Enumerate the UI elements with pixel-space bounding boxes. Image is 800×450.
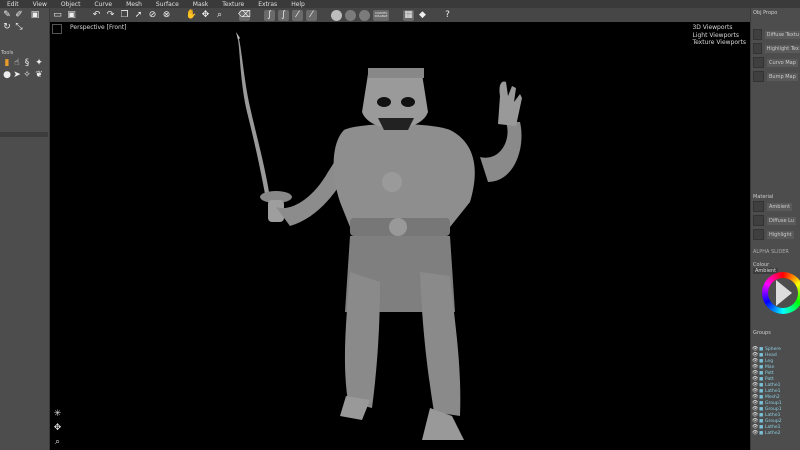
help-icon[interactable]: ? xyxy=(442,10,453,21)
slot-label: Highlight xyxy=(767,230,794,239)
star-tool-icon[interactable]: ✦ xyxy=(34,58,44,68)
alpha-slider-tabs[interactable]: ALPHA SLIDER xyxy=(753,249,789,255)
bone-tool-icon[interactable]: ▮ xyxy=(2,58,12,68)
group-label: Lathe1 xyxy=(765,424,781,430)
undo-icon[interactable]: ↶ xyxy=(91,10,102,21)
group-item[interactable]: 👁 ■ Lathe2 xyxy=(752,430,800,436)
curve-icon[interactable]: ∫ xyxy=(264,9,275,21)
slot-label: Diffuse Textu xyxy=(764,30,800,39)
pan-icon[interactable]: ✥ xyxy=(52,422,63,433)
highlight-slot[interactable]: Highlight xyxy=(753,228,800,241)
close-icon[interactable]: ⊗ xyxy=(161,10,172,21)
properties-panel: Obj Propo Diffuse Textu Highlight Tex Cu… xyxy=(750,8,800,450)
eye-icon[interactable]: 👁 xyxy=(752,430,759,436)
groups-title: Groups xyxy=(753,330,771,336)
lathe-tool-icon[interactable]: ❦ xyxy=(34,70,44,80)
obj-props-title: Obj Propo xyxy=(753,10,778,16)
curve-tool-icon[interactable]: § xyxy=(22,58,32,68)
diamond-icon[interactable]: ◆ xyxy=(417,10,428,21)
slot-label: Curvo Map xyxy=(767,58,798,67)
toolbar: ▭ ▣ ↶ ↷ ❐ ➚ ⊘ ⊗ ✋ ✥ ⌕ ⌫ ∫ ∫ ⁄ ⁄ CURVES D… xyxy=(50,8,750,22)
highlight-texture-slot[interactable]: Highlight Tex xyxy=(753,42,800,55)
menu-object[interactable]: Object xyxy=(54,1,88,8)
sphere-dim-icon[interactable] xyxy=(345,9,356,21)
viewport-nav: ✳ ✥ ⌕ xyxy=(52,408,64,450)
group-label: Group2 xyxy=(765,418,782,424)
diffuse-texture-slot[interactable]: Diffuse Textu xyxy=(753,28,800,41)
group-label: Lathe1 xyxy=(765,382,781,388)
zoom-icon[interactable]: ⌕ xyxy=(214,10,225,21)
group-label: Patt xyxy=(765,370,774,376)
group-label: Leg xyxy=(765,358,774,364)
tools-title: Tools xyxy=(1,50,14,56)
bone-alt-tool-icon[interactable]: ✧ xyxy=(22,70,32,80)
sphere-tool-icon[interactable]: ● xyxy=(2,70,12,80)
bump-map-slot[interactable]: Bump Map xyxy=(753,70,800,83)
menu-bar: Edit View Object Curve Mesh Surface Mask… xyxy=(0,0,800,8)
curvo-map-slot[interactable]: Curvo Map xyxy=(753,56,800,69)
select-icon[interactable]: ➚ xyxy=(133,10,144,21)
slot-label: Bump Map xyxy=(767,72,798,81)
menu-view[interactable]: View xyxy=(26,1,54,8)
group-label: Lathe1 xyxy=(765,388,781,394)
menu-mesh[interactable]: Mesh xyxy=(119,1,149,8)
group-label: Man xyxy=(765,364,775,370)
menu-extras[interactable]: Extras xyxy=(251,1,284,8)
group-label: Head xyxy=(765,352,777,358)
brush-alt-tool-icon[interactable]: ✐ xyxy=(14,10,24,20)
sphere-icon[interactable] xyxy=(331,9,342,21)
model-figure[interactable] xyxy=(50,22,750,450)
sphere-dim2-icon[interactable] xyxy=(359,9,370,21)
eraser-icon[interactable]: ⌫ xyxy=(238,9,251,21)
arrow-tool-icon[interactable]: ➤ xyxy=(12,70,22,80)
diffuse-slot[interactable]: Diffuse Lu xyxy=(753,214,800,227)
colour-triangle[interactable] xyxy=(776,280,792,306)
colour-wheel[interactable] xyxy=(762,272,800,314)
curve-alt-icon[interactable]: ∫ xyxy=(278,9,289,21)
group-label: Sphere xyxy=(765,346,781,352)
menu-edit[interactable]: Edit xyxy=(0,1,26,8)
brush-alt-icon[interactable]: ⁄ xyxy=(306,9,317,21)
group-label: Group1 xyxy=(765,406,782,412)
render-button[interactable]: CURVES DISABLE xyxy=(373,9,389,21)
groups-list: 👁 ■ Sphere 👁 ■ Head 👁 ■ Leg 👁 ■ Man 👁 ■ Patt 👁 ■ Pat… xyxy=(752,346,800,436)
slot-label: Ambient xyxy=(767,202,793,211)
brush-tool-icon[interactable]: ✎ xyxy=(2,10,12,20)
move-icon[interactable]: ✥ xyxy=(200,10,211,21)
orbit-icon[interactable]: ✳ xyxy=(52,408,63,419)
no-entry-icon[interactable]: ⊘ xyxy=(147,10,158,21)
zoom-nav-icon[interactable]: ⌕ xyxy=(52,436,63,447)
group-label: Mesh2 xyxy=(765,394,780,400)
menu-curve[interactable]: Curve xyxy=(87,1,119,8)
ambient-slot[interactable]: Ambient xyxy=(753,200,800,213)
copy-icon[interactable]: ❐ xyxy=(119,10,130,21)
panel-divider xyxy=(0,132,48,137)
redo-icon[interactable]: ↷ xyxy=(105,10,116,21)
group-label: Patt xyxy=(765,376,774,382)
new-file-icon[interactable]: ▭ xyxy=(52,10,63,21)
menu-surface[interactable]: Surface xyxy=(149,1,186,8)
slot-label: Highlight Tex xyxy=(764,44,800,53)
scale-tool-icon[interactable]: ⤡ xyxy=(14,22,24,32)
menu-texture[interactable]: Texture xyxy=(215,1,251,8)
menu-help[interactable]: Help xyxy=(284,1,312,8)
grid-icon[interactable]: ▦ xyxy=(403,9,414,21)
brush-icon[interactable]: ⁄ xyxy=(292,9,303,21)
rotate-tool-icon[interactable]: ↻ xyxy=(2,22,12,32)
3d-viewport[interactable]: Perspective [Front] 3D Viewports Light V… xyxy=(50,22,750,450)
save-icon[interactable]: ▣ xyxy=(66,10,77,21)
slot-label: Diffuse Lu xyxy=(767,216,796,225)
group-label: Lathe2 xyxy=(765,430,781,436)
group-label: Group1 xyxy=(765,400,782,406)
camera-tool-icon[interactable]: ▣ xyxy=(30,10,40,20)
group-label: Lathe1 xyxy=(765,412,781,418)
hand-tool-icon[interactable]: ☝ xyxy=(12,58,22,68)
menu-mask[interactable]: Mask xyxy=(186,1,215,8)
pan-hand-icon[interactable]: ✋ xyxy=(186,10,197,21)
tools-panel: ✎ ✐ ▣ ↻ ⤡ Tools ▮ ☝ § ✦ ● ➤ ✧ ❦ xyxy=(0,8,50,450)
